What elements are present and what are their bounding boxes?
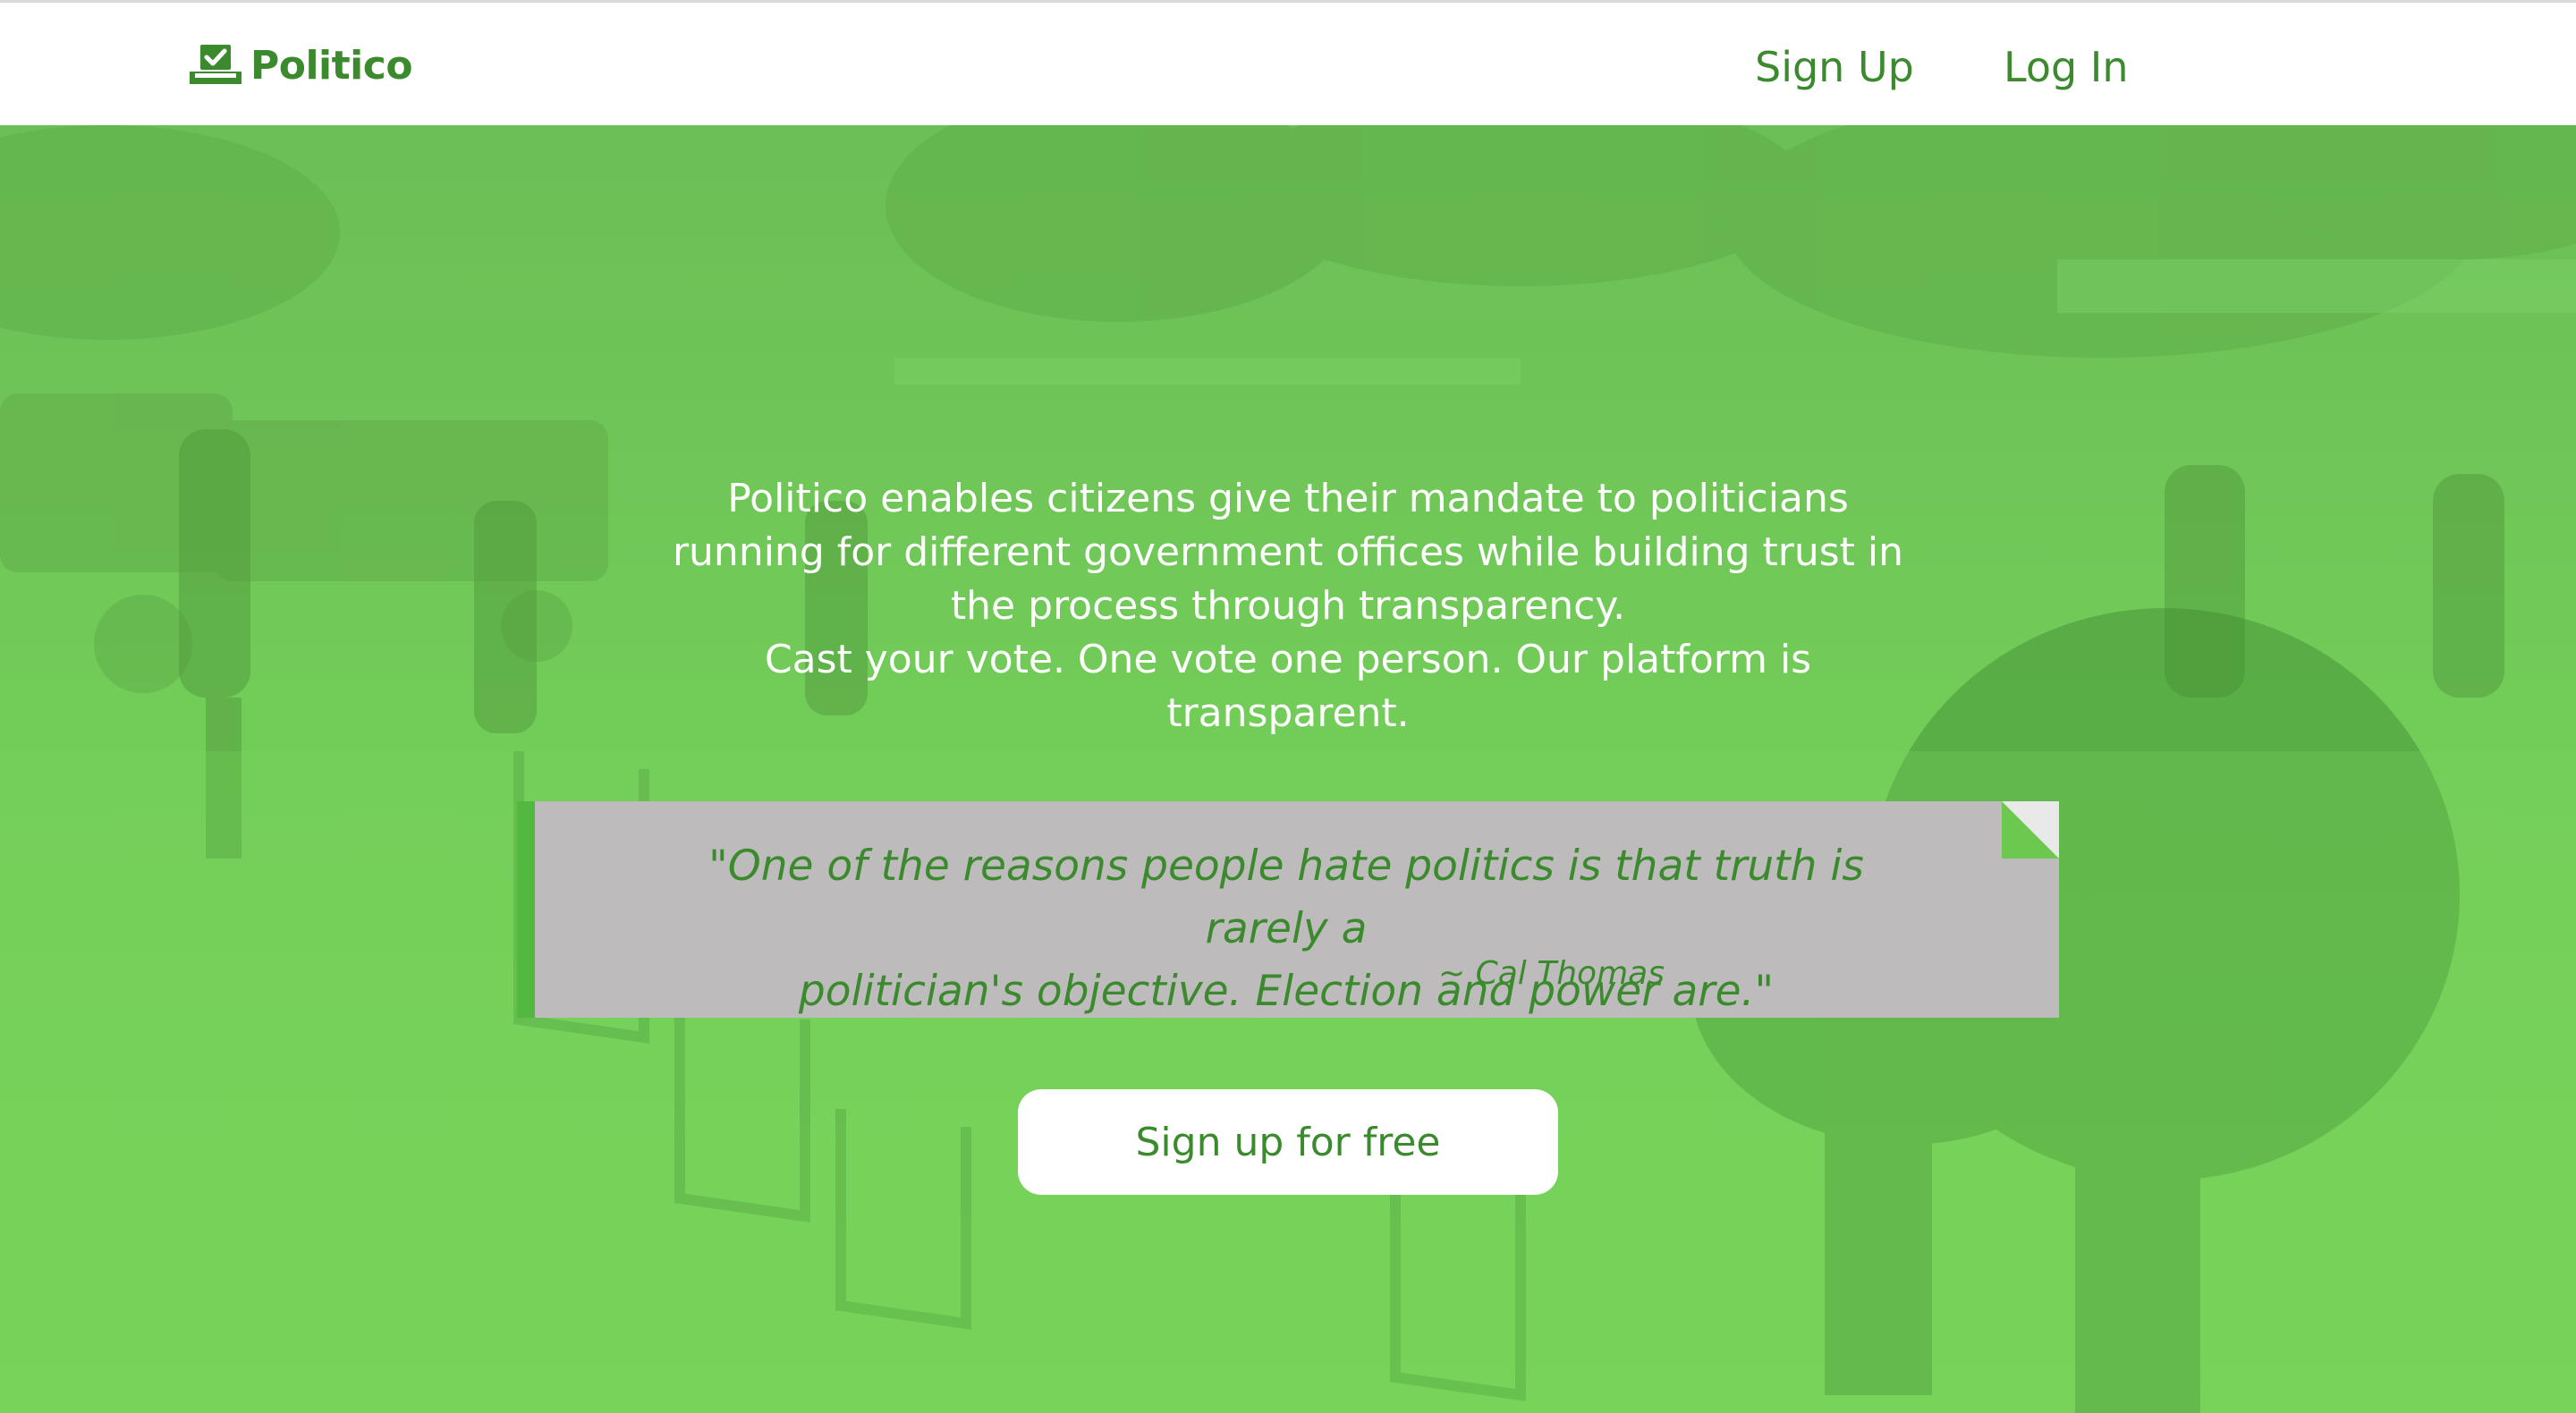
brand-name: Politico [250, 42, 413, 89]
quote-author: ~ Cal Thomas [1438, 955, 1665, 992]
hero-description-line: Cast your vote. One vote one person. Our… [764, 637, 1812, 682]
quote-line: politician's objective. Election and pow… [798, 967, 1775, 1016]
ballot-box-icon [190, 45, 242, 84]
hero-description-line: the process through transparency. [950, 583, 1626, 629]
hero-description: Politico enables citizens give their man… [626, 472, 1950, 740]
hero-background-image [0, 125, 2576, 1413]
hero-description-line: running for different government offices… [672, 529, 1904, 575]
signup-free-button[interactable]: Sign up for free [1018, 1089, 1558, 1195]
top-navbar: Politico Sign Up Log In [0, 0, 2576, 125]
hero-description-line: Politico enables citizens give their man… [727, 476, 1849, 521]
quote-box: "One of the reasons people hate politics… [517, 801, 2059, 1018]
brand-logo-link[interactable]: Politico [188, 38, 413, 92]
page-fold-icon [2002, 801, 2059, 859]
quote-line: "One of the reasons people hate politics… [708, 842, 1864, 953]
hero-photo-illustration [0, 125, 2576, 1413]
nav-login-link[interactable]: Log In [2004, 38, 2129, 96]
nav-signup-link[interactable]: Sign Up [1755, 38, 1914, 96]
quote-text: "One of the reasons people hate politics… [651, 835, 1921, 1023]
hero-description-line: transparent. [1166, 690, 1410, 736]
